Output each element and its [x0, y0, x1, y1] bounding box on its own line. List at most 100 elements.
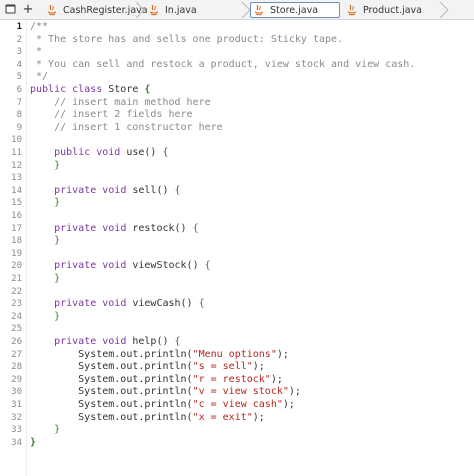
- code-text: private void help() {: [30, 336, 181, 349]
- add-tab-button[interactable]: +: [20, 2, 36, 17]
- code-token: private void: [54, 184, 127, 196]
- line-number: 33: [11, 425, 22, 436]
- line-number: 8: [16, 110, 22, 121]
- code-token: System.out.println(: [30, 348, 193, 360]
- code-line[interactable]: 12 }: [0, 160, 474, 173]
- code-token: }: [54, 159, 61, 171]
- line-number: 13: [11, 173, 22, 184]
- code-line[interactable]: 33 }: [0, 424, 474, 437]
- code-token: {: [204, 260, 211, 272]
- tab-product[interactable]: Product.java: [344, 1, 450, 19]
- line-number: 14: [11, 185, 22, 196]
- code-line[interactable]: 11 public void use() {: [0, 147, 474, 160]
- tab-in[interactable]: In.java: [146, 1, 252, 19]
- code-line[interactable]: 9 // insert 1 constructor here: [0, 122, 474, 135]
- window-icon[interactable]: [2, 2, 18, 16]
- code-line[interactable]: 8 // insert 2 fields here: [0, 109, 474, 122]
- code-line[interactable]: 34}: [0, 437, 474, 450]
- code-token: */: [30, 71, 49, 83]
- code-line[interactable]: 19: [0, 248, 474, 261]
- line-number: 12: [11, 160, 22, 171]
- code-token: );: [252, 361, 265, 373]
- code-line[interactable]: 26 private void help() {: [0, 336, 474, 349]
- java-file-icon: [149, 4, 159, 16]
- code-text: private void viewCash() {: [30, 298, 205, 311]
- code-line[interactable]: 29 System.out.println("r = restock");: [0, 374, 474, 387]
- code-line[interactable]: 3 *: [0, 46, 474, 59]
- code-text: */: [30, 71, 48, 84]
- code-text: }: [30, 197, 60, 210]
- code-text: System.out.println("v = view stock");: [30, 386, 301, 399]
- line-number: 2: [16, 34, 22, 45]
- line-number: 32: [11, 412, 22, 423]
- code-line[interactable]: 22: [0, 286, 474, 299]
- code-text: private void sell() {: [30, 184, 180, 198]
- code-line[interactable]: 1 /**: [0, 21, 474, 34]
- code-line[interactable]: 4 * You can sell and restock a product, …: [0, 59, 474, 72]
- code-line[interactable]: 5 */: [0, 71, 474, 84]
- code-line[interactable]: 10: [0, 134, 474, 147]
- tab-label: Product.java: [363, 4, 422, 16]
- code-token: }: [54, 235, 61, 247]
- code-line[interactable]: 23 private void viewCash() {: [0, 298, 474, 311]
- code-line[interactable]: 28 System.out.println("s = sell");: [0, 361, 474, 374]
- code-token: private void: [54, 336, 127, 347]
- code-token: {: [192, 222, 199, 234]
- line-number: 6: [16, 85, 22, 95]
- code-token: use(): [120, 147, 163, 158]
- line-number: 16: [11, 211, 22, 221]
- code-text: }: [30, 424, 60, 437]
- code-line[interactable]: 6 public class Store {: [0, 84, 474, 97]
- code-line[interactable]: 13: [0, 172, 474, 185]
- code-text: System.out.println("Menu options");: [30, 349, 289, 362]
- code-line[interactable]: 32 System.out.println("x = exit");: [0, 412, 474, 425]
- code-line[interactable]: 24 }: [0, 311, 474, 324]
- line-number: 4: [16, 59, 22, 70]
- line-number: 11: [11, 148, 22, 158]
- code-token: * You can sell and restock a product, vi…: [30, 58, 416, 70]
- code-token: restock(): [126, 222, 193, 234]
- code-text: * The store has and sells one product: S…: [30, 34, 343, 47]
- code-token: {: [198, 298, 205, 310]
- code-line[interactable]: 30 System.out.println("v = view stock");: [0, 386, 474, 399]
- code-text: // insert 1 constructor here: [30, 122, 223, 135]
- code-line[interactable]: 20 private void viewStock() {: [0, 260, 474, 273]
- tab-separator: [134, 1, 146, 19]
- code-text: }: [30, 311, 60, 324]
- code-line[interactable]: 7 // insert main method here: [0, 97, 474, 110]
- code-editor[interactable]: 1 /** 2 * The store has and sells one prod…: [0, 20, 474, 476]
- tab-cashregister[interactable]: CashRegister.java: [44, 1, 148, 19]
- code-text: * You can sell and restock a product, vi…: [30, 59, 415, 72]
- code-token: help(): [126, 336, 175, 347]
- code-token: {: [174, 336, 181, 347]
- code-token: "c = view cash": [192, 399, 283, 410]
- code-token: System.out.println(: [30, 411, 193, 423]
- tab-store[interactable]: Store.java: [250, 2, 340, 18]
- code-line[interactable]: 18 }: [0, 235, 474, 248]
- code-token: }: [54, 273, 61, 284]
- code-text: public void use() {: [30, 147, 168, 160]
- code-line[interactable]: 14 private void sell() {: [0, 185, 474, 198]
- code-text: /**: [30, 21, 48, 34]
- code-line[interactable]: 21 }: [0, 273, 474, 286]
- code-token: {: [144, 84, 151, 95]
- code-token: );: [270, 373, 283, 385]
- tab-label: Store.java: [270, 4, 319, 16]
- code-line[interactable]: 2 * The store has and sells one product:…: [0, 34, 474, 47]
- code-line[interactable]: 16: [0, 210, 474, 223]
- code-line[interactable]: 17 private void restock() {: [0, 223, 474, 236]
- code-line[interactable]: 15 }: [0, 197, 474, 210]
- line-number: 30: [11, 387, 22, 398]
- code-text: }: [30, 160, 60, 173]
- tab-bar: + CashRegister.java In.java Store.java P…: [0, 0, 474, 20]
- code-text: System.out.println("s = sell");: [30, 361, 265, 374]
- code-line[interactable]: 27 System.out.println("Menu options");: [0, 349, 474, 362]
- code-line[interactable]: 31 System.out.println("c = view cash");: [0, 399, 474, 412]
- code-line[interactable]: 25: [0, 323, 474, 336]
- code-token: private void: [54, 260, 127, 272]
- java-file-icon: [347, 4, 357, 16]
- code-token: "s = sell": [192, 361, 253, 373]
